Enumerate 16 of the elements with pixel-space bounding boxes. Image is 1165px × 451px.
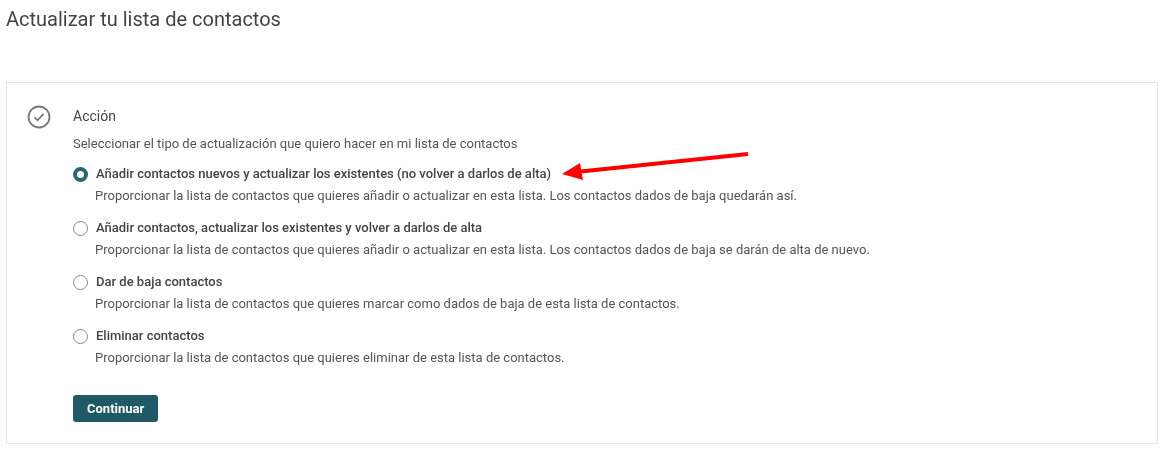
instruction-text: Seleccionar el tipo de actualización que quiero hacer en mi lista de contactos (73, 135, 519, 153)
option-description: Proporcionar la lista de contactos que quieres marcar como dados de baja de esta lista de contactos. (95, 295, 681, 313)
option-description: Proporcionar la lista de contactos que quieres añadir o actualizar en esta lista. Los contactos dados de baja se darán de alta de nuevo. (95, 241, 870, 259)
section-title: Acción (73, 107, 117, 125)
option-description: Proporcionar la lista de contactos que quieres eliminar de esta lista de contactos. (95, 349, 566, 367)
option-label: Eliminar contactos (96, 327, 205, 345)
option-label: Añadir contactos, actualizar los existentes y volver a darlos de alta (96, 219, 483, 237)
radio-button[interactable] (73, 328, 88, 344)
continue-button[interactable]: Continuar (73, 395, 159, 422)
radio-button[interactable] (73, 166, 88, 182)
page-title: Actualizar tu lista de contactos (6, 6, 281, 33)
option-label: Dar de baja contactos (96, 273, 223, 291)
option-label: Añadir contactos nuevos y actualizar los existentes (no volver a darlos de alta) (96, 165, 552, 183)
radio-button[interactable] (73, 220, 88, 236)
radio-button[interactable] (73, 274, 88, 290)
option-description: Proporcionar la lista de contactos que quieres añadir o actualizar en esta lista. Los contactos dados de baja quedarán así. (95, 187, 798, 205)
